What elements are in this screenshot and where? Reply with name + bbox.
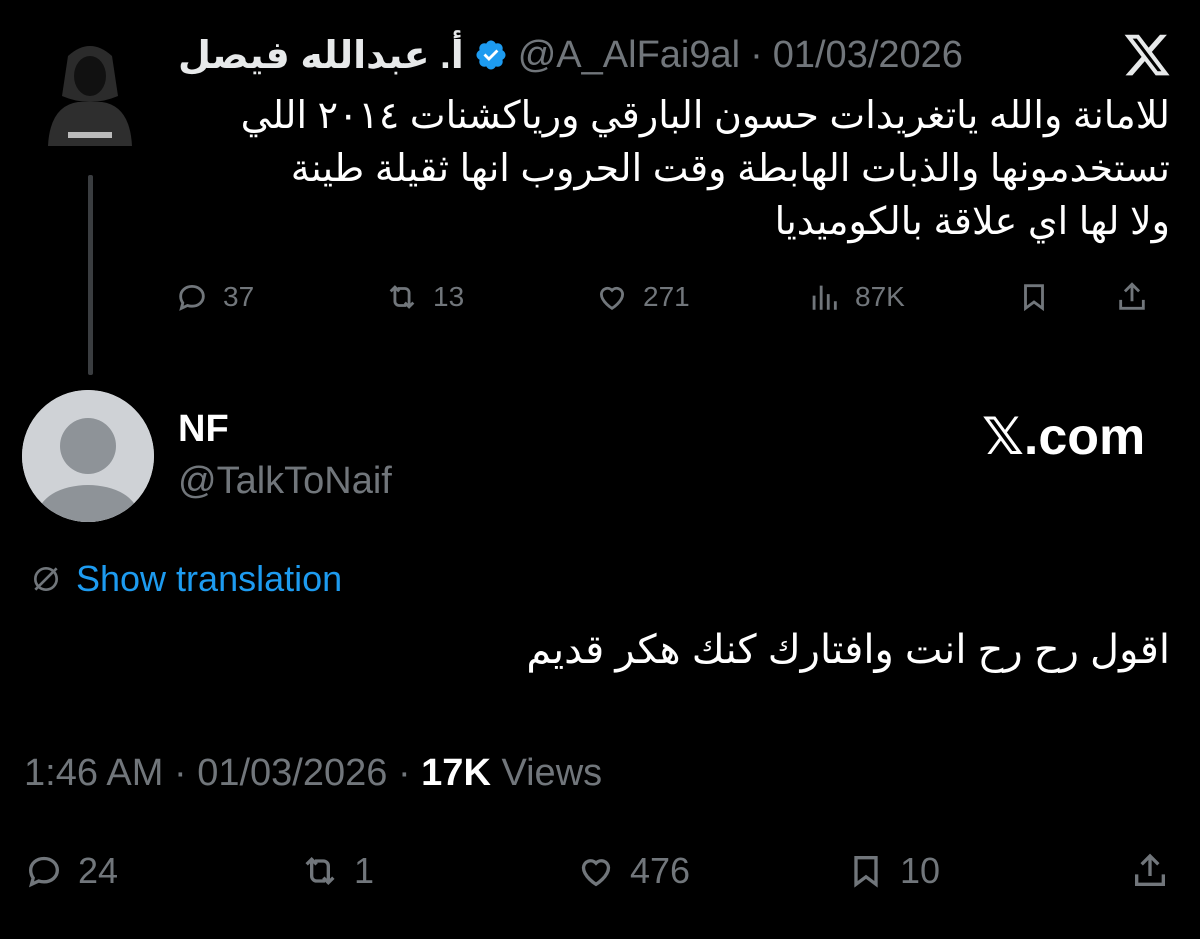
parent-text-line: للامانة والله ياتغريدات حسون البارقي وري… bbox=[240, 95, 1170, 137]
meta-separator: · bbox=[397, 752, 411, 794]
parent-views-button[interactable]: 87K bbox=[807, 272, 905, 322]
views-chart-icon bbox=[812, 285, 837, 310]
parent-views-count: 87K bbox=[855, 281, 905, 312]
reply-reply-button[interactable]: 24 bbox=[24, 843, 118, 899]
parent-repost-button[interactable]: 13 bbox=[385, 272, 464, 322]
reply-author-name[interactable]: NF bbox=[178, 408, 229, 451]
parent-reply-count: 37 bbox=[223, 281, 255, 312]
parent-action-bar: 37 13 271 87K bbox=[175, 272, 1175, 322]
reply-repost-button[interactable]: 1 bbox=[300, 843, 374, 899]
reply-reply-count: 24 bbox=[78, 850, 119, 891]
reply-like-button[interactable]: 476 bbox=[576, 843, 690, 899]
parent-like-button[interactable]: 271 bbox=[595, 272, 690, 322]
parent-like-count: 271 bbox=[643, 281, 690, 312]
reply-time[interactable]: 1:46 AM bbox=[24, 752, 163, 794]
parent-bookmark-button[interactable] bbox=[1017, 272, 1051, 322]
parent-repost-count: 13 bbox=[433, 281, 465, 312]
reply-views-count: 17K bbox=[421, 752, 491, 794]
reply-avatar[interactable] bbox=[22, 390, 154, 522]
x-logo-icon bbox=[1124, 34, 1170, 76]
header-separator: · bbox=[750, 33, 763, 76]
share-icon bbox=[1135, 853, 1165, 886]
show-translation-label: Show translation bbox=[76, 558, 343, 599]
reply-date[interactable]: 01/03/2026 bbox=[197, 752, 387, 794]
reply-bookmark-button[interactable]: 10 bbox=[846, 843, 940, 899]
verified-badge-icon bbox=[476, 40, 506, 70]
meta-separator: · bbox=[173, 752, 187, 794]
bookmark-icon bbox=[1024, 284, 1044, 312]
thread-connector bbox=[88, 175, 93, 375]
parent-text-line: ولا لها اي علاقة بالكوميديا bbox=[774, 201, 1170, 243]
reply-tweet-text: اقول رح رح انت وافتارك كنك هكر قديم bbox=[526, 628, 1170, 672]
share-icon bbox=[1119, 282, 1145, 310]
parent-handle[interactable]: @A_AlFai9al bbox=[518, 34, 740, 77]
parent-header: أ. عبدالله فيصل @A_AlFai9al · 01/03/2026 bbox=[178, 30, 963, 80]
reply-icon bbox=[179, 284, 205, 311]
parent-avatar[interactable] bbox=[38, 36, 142, 164]
parent-text-line: تستخدمونها والذبات الهابطة وقت الحروب ان… bbox=[290, 148, 1170, 190]
repost-icon bbox=[389, 285, 415, 309]
reply-like-count: 476 bbox=[630, 850, 691, 891]
bookmark-icon bbox=[854, 856, 878, 888]
reply-action-bar: 24 1 476 10 bbox=[24, 843, 1176, 899]
reply-meta: 1:46 AM · 01/03/2026 · 17K Views bbox=[24, 752, 602, 795]
parent-tweet-text: للامانة والله ياتغريدات حسون البارقي وري… bbox=[170, 90, 1170, 249]
parent-date[interactable]: 01/03/2026 bbox=[773, 34, 963, 77]
translate-globe-icon bbox=[34, 567, 58, 591]
reply-repost-count: 1 bbox=[354, 850, 375, 891]
repost-icon bbox=[305, 856, 335, 886]
heart-icon bbox=[581, 859, 611, 887]
parent-author-name[interactable]: أ. عبدالله فيصل bbox=[178, 33, 464, 78]
reply-icon bbox=[28, 856, 60, 888]
heart-icon bbox=[599, 286, 625, 310]
reply-share-button[interactable] bbox=[1130, 843, 1170, 899]
reply-handle[interactable]: @TalkToNaif bbox=[178, 460, 392, 503]
xcom-watermark: 𝕏.com bbox=[982, 408, 1146, 466]
parent-share-button[interactable] bbox=[1115, 272, 1149, 322]
reply-bookmark-count: 10 bbox=[900, 850, 941, 891]
parent-reply-button[interactable]: 37 bbox=[175, 272, 254, 322]
show-translation-link[interactable]: Show translation bbox=[30, 558, 342, 600]
reply-views-label: Views bbox=[501, 752, 603, 794]
